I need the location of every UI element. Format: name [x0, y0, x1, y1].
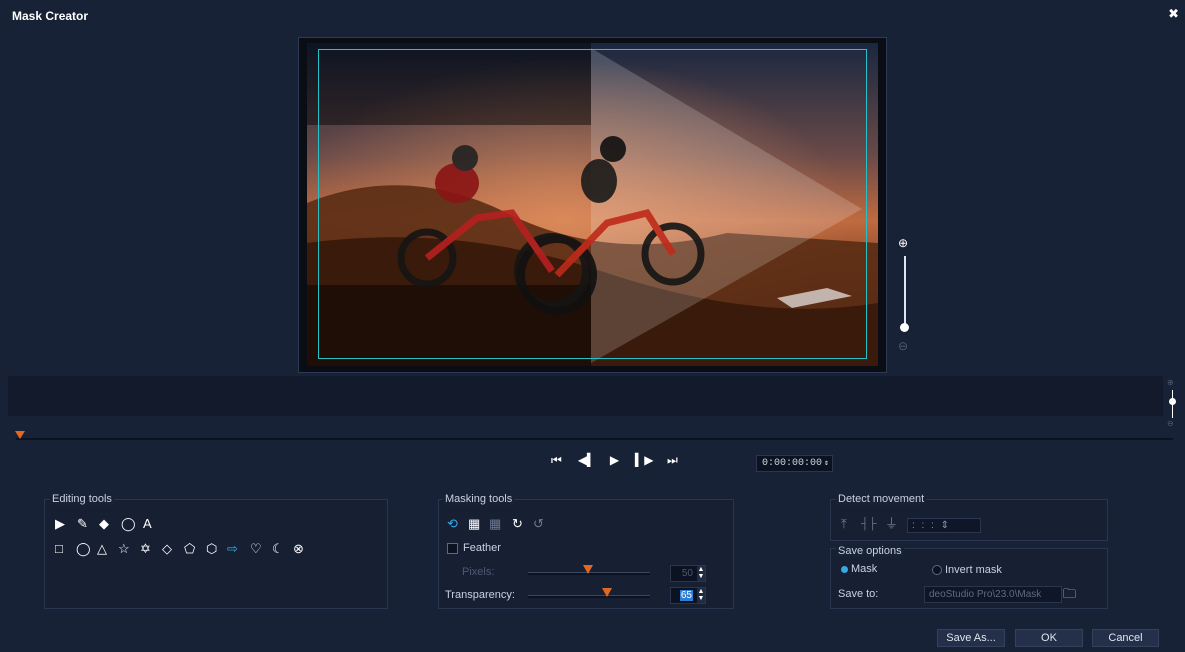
transparency-label: Transparency:: [445, 589, 515, 601]
mask-creator-window: Mask Creator ✖ ⊕ ⊖ ⊕ ⊖ ⏮ ◀▍ ▶ ▍▶ ⏭ 0:00:…: [0, 0, 1185, 652]
timecode-field[interactable]: 0:00:00:00 ⇕: [756, 455, 833, 472]
mask-radio-label: Mask: [851, 563, 878, 575]
play-icon[interactable]: ▶: [610, 453, 619, 467]
mask-radio[interactable]: [841, 566, 848, 573]
invert-mask-label: Invert mask: [945, 564, 1002, 576]
prev-frame-icon[interactable]: ◀▍: [578, 453, 596, 467]
text-icon[interactable]: A: [143, 517, 152, 531]
transparency-spin-icon[interactable]: ▲ ▼: [697, 588, 705, 603]
zoom-track: [904, 256, 906, 328]
clear-icon[interactable]: ⊗: [293, 542, 304, 556]
detect-timecode-field[interactable]: : : : ⇕: [907, 518, 981, 533]
eraser-icon[interactable]: ◆: [99, 517, 109, 531]
track-to-end-icon[interactable]: ⏚: [885, 517, 898, 531]
feather-label: Feather: [463, 542, 501, 554]
moon-icon[interactable]: ☾: [272, 542, 284, 556]
invert-mask-radio[interactable]: [932, 565, 942, 575]
go-to-start-icon[interactable]: ⏮: [551, 453, 562, 468]
zoom-thumb[interactable]: [900, 323, 909, 332]
timecode-value: 0:00:00:00: [762, 458, 823, 469]
diamond-icon[interactable]: ◇: [162, 542, 172, 556]
ok-button[interactable]: OK: [1015, 629, 1083, 647]
timeline-zoom-in-icon[interactable]: ⊕: [1167, 378, 1174, 387]
star-icon[interactable]: ☆: [118, 542, 130, 556]
mask-boundary[interactable]: [318, 49, 867, 359]
triangle-icon[interactable]: △: [97, 542, 107, 556]
transparency-slider-track[interactable]: [528, 595, 650, 598]
timeline-zoom-thumb[interactable]: [1169, 398, 1176, 405]
save-options-label: Save options: [836, 545, 904, 557]
track-to-start-icon[interactable]: ⤒: [841, 517, 847, 531]
feather-checkbox[interactable]: [447, 543, 458, 554]
detect-movement-label: Detect movement: [836, 493, 927, 505]
transparency-slider-thumb[interactable]: [602, 588, 613, 597]
select-arrow-icon[interactable]: ▶: [55, 517, 65, 531]
pixels-label: Pixels:: [462, 566, 495, 578]
arrow-shape-icon[interactable]: ⇨: [227, 542, 238, 556]
hexagon-icon[interactable]: ⬡: [206, 542, 217, 556]
transport-controls: ⏮ ◀▍ ▶ ▍▶ ⏭: [551, 452, 678, 468]
zoom-out-icon[interactable]: ⊖: [898, 339, 908, 353]
track-frame-icon[interactable]: ┤├: [861, 517, 877, 531]
zoom-in-icon[interactable]: ⊕: [898, 236, 908, 250]
go-to-end-icon[interactable]: ⏭: [667, 453, 678, 468]
undo-icon[interactable]: ↻: [512, 517, 523, 531]
rectangle-icon[interactable]: □: [55, 542, 63, 556]
transparency-value: 65: [679, 590, 693, 601]
scrubber-handle[interactable]: [15, 431, 25, 439]
save-as-button[interactable]: Save As...: [937, 629, 1005, 647]
title-bar: Mask Creator ✖: [0, 0, 1185, 30]
ellipse-icon[interactable]: ◯: [76, 542, 91, 556]
brush-icon[interactable]: ✎: [77, 517, 88, 531]
scrubber-bar[interactable]: [16, 438, 1173, 440]
smart-mask-icon[interactable]: ⟲: [447, 517, 458, 531]
window-title: Mask Creator: [12, 9, 89, 23]
next-frame-icon[interactable]: ▍▶: [635, 453, 653, 467]
pixels-slider-thumb[interactable]: [582, 565, 593, 574]
pentagon-icon[interactable]: ⬠: [184, 542, 195, 556]
preview-zoom-slider[interactable]: ⊕ ⊖: [896, 236, 914, 354]
paste-mask-icon[interactable]: ▦: [489, 517, 501, 531]
cancel-button[interactable]: Cancel: [1092, 629, 1159, 647]
save-path-field[interactable]: deoStudio Pro\23.0\Mask: [924, 586, 1062, 603]
timeline-track[interactable]: [8, 376, 1163, 416]
timeline-zoom-slider[interactable]: ⊕ ⊖: [1166, 378, 1180, 430]
masking-tools-label: Masking tools: [443, 493, 515, 505]
lasso-icon[interactable]: ◯: [121, 517, 136, 531]
burst-icon[interactable]: ✡: [140, 542, 151, 556]
save-to-label: Save to:: [838, 588, 879, 600]
timeline-zoom-out-icon[interactable]: ⊖: [1167, 419, 1174, 428]
redo-icon[interactable]: ↺: [533, 517, 544, 531]
copy-mask-icon[interactable]: ▦: [468, 517, 480, 531]
editing-tools-label: Editing tools: [50, 493, 114, 505]
close-icon[interactable]: ✖: [1168, 6, 1179, 22]
folder-icon[interactable]: 🗀: [1063, 585, 1076, 607]
timecode-spin-icon[interactable]: ⇕: [824, 456, 829, 471]
pixels-spin-icon[interactable]: ▲ ▼: [697, 566, 705, 581]
heart-icon[interactable]: ♡: [250, 542, 262, 556]
